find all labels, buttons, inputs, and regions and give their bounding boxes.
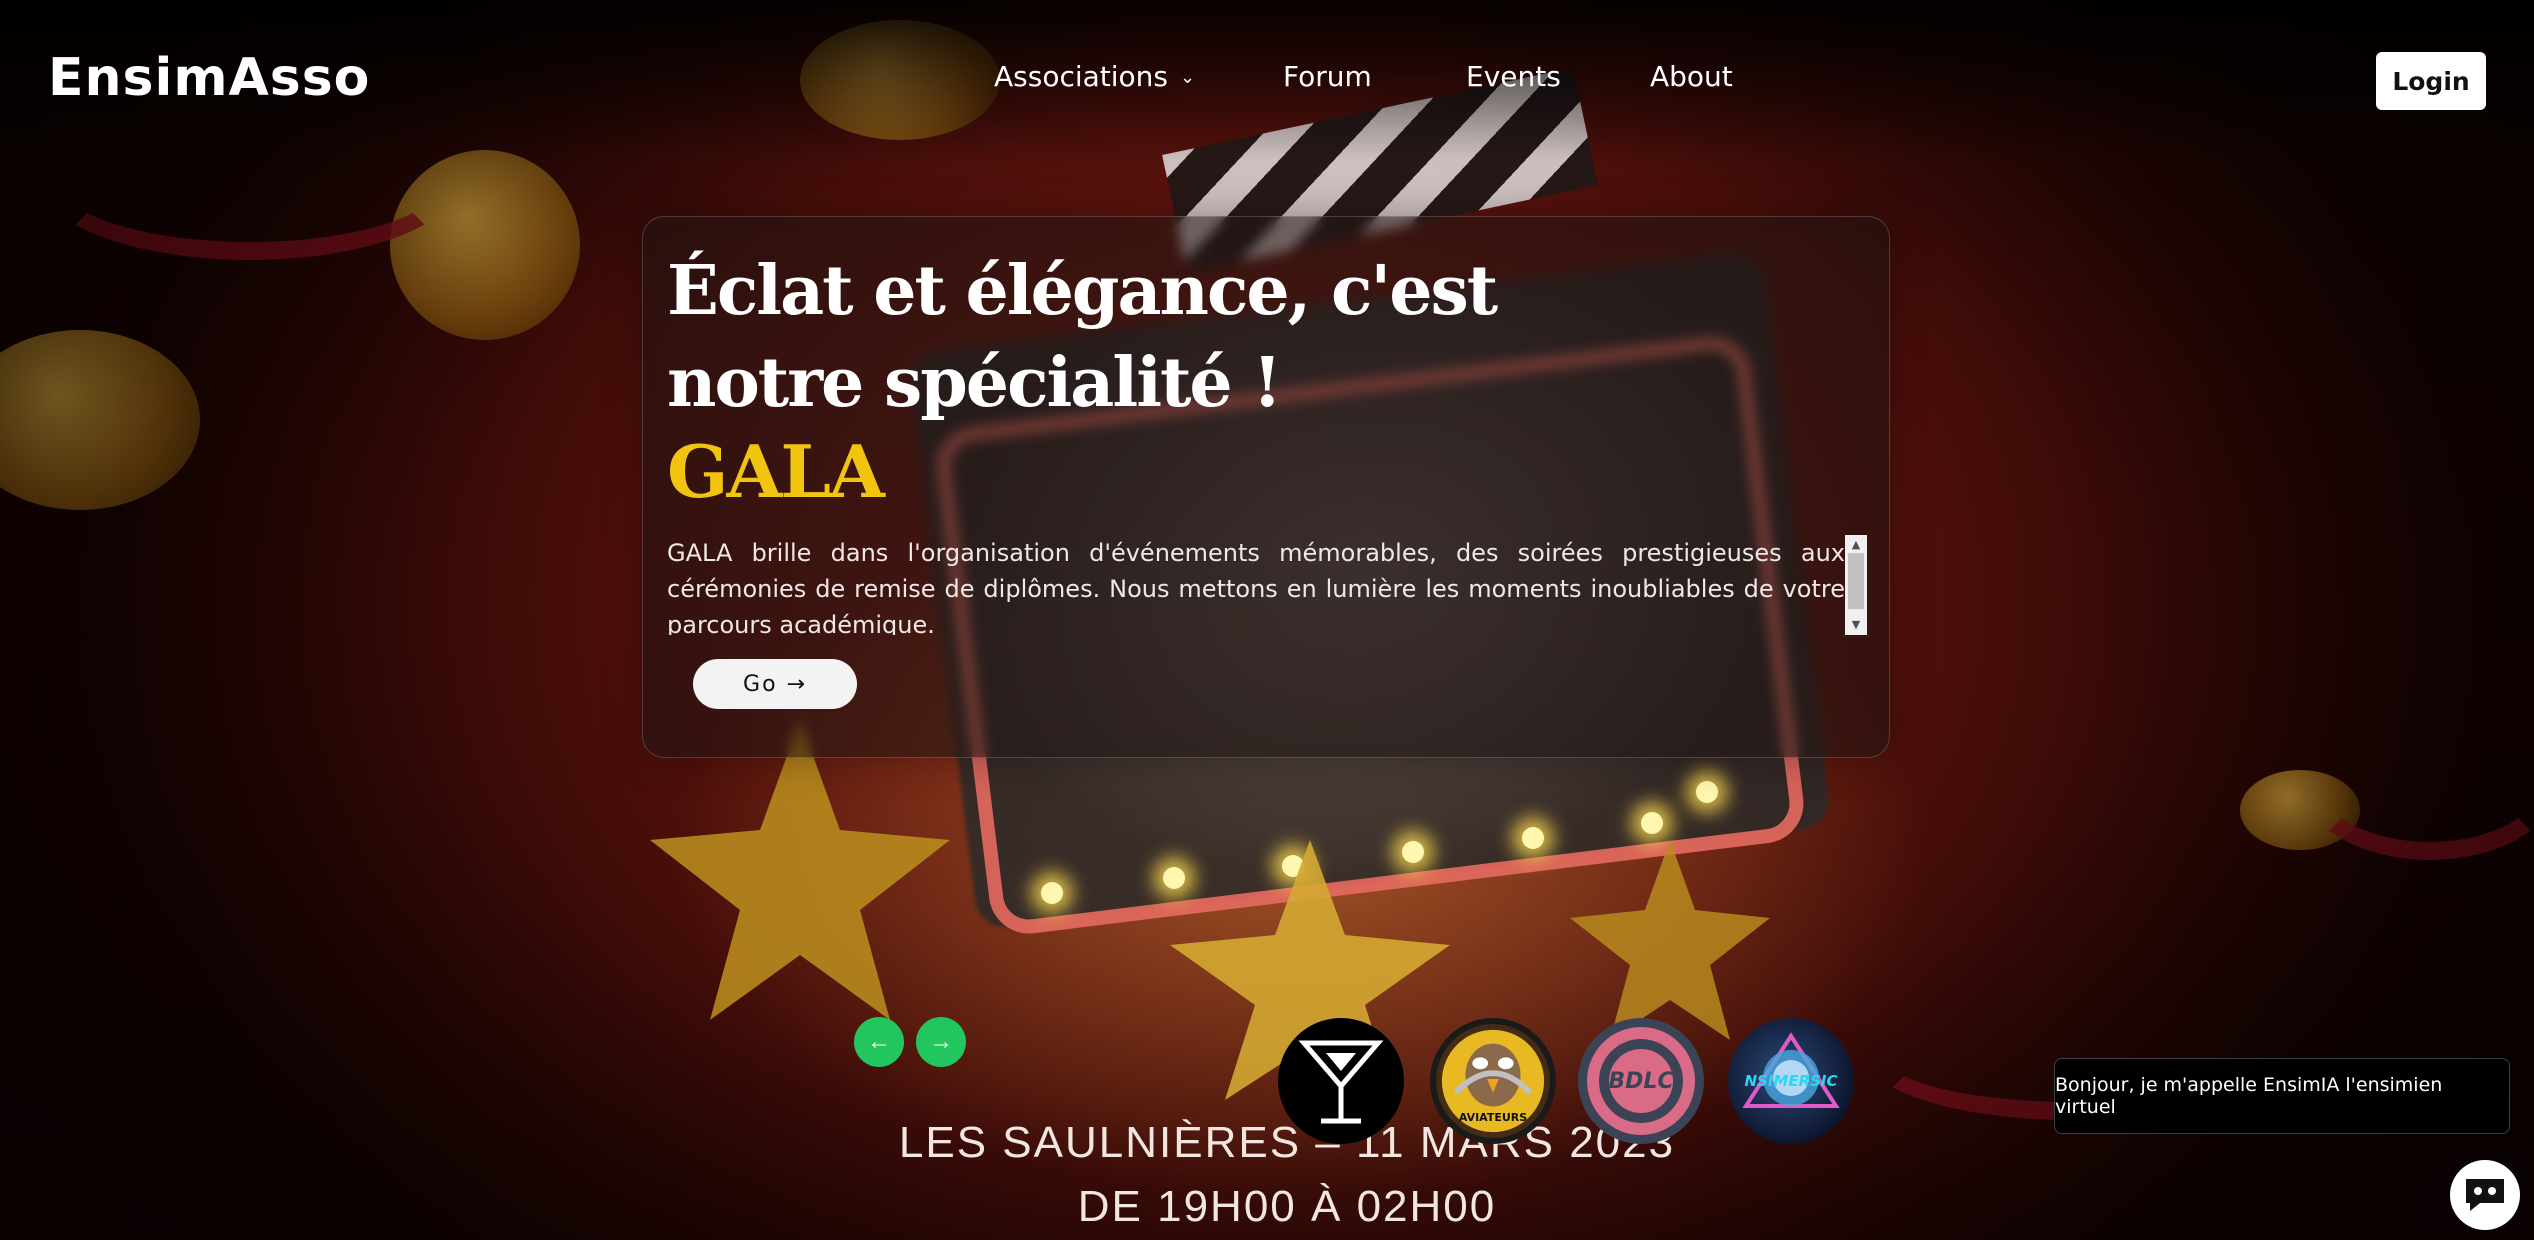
hero-card: Éclat et élégance, c'est notre spécialit… xyxy=(642,216,1890,758)
carousel-next-button[interactable]: → xyxy=(916,1017,966,1067)
hero-association-name: GALA xyxy=(667,429,885,514)
aviateurs-label: AVIATEURS xyxy=(1458,1111,1528,1124)
nav-associations-label: Associations xyxy=(994,60,1169,93)
chat-bot-icon xyxy=(2466,1179,2504,1211)
scroll-down-icon[interactable]: ▼ xyxy=(1845,617,1867,633)
nav-forum[interactable]: Forum xyxy=(1283,60,1372,93)
go-button[interactable]: Go → xyxy=(693,659,857,709)
hero-title: Éclat et élégance, c'est notre spécialit… xyxy=(667,251,1498,423)
navbar: EnsimAsso Associations ⌄ Forum Events Abo… xyxy=(0,0,2534,160)
ensimersic-label: NSIMERSIC xyxy=(1744,1072,1838,1090)
association-ensimersic[interactable]: NSIMERSIC xyxy=(1728,1018,1854,1144)
description-scrollbar[interactable]: ▲ ▼ xyxy=(1845,535,1867,635)
association-cocktail[interactable] xyxy=(1278,1018,1404,1144)
login-button[interactable]: Login xyxy=(2376,52,2486,110)
event-time-text: DE 19H00 À 02H00 xyxy=(1077,1182,1497,1231)
carousel-prev-button[interactable]: ← xyxy=(854,1017,904,1067)
chatbot-button[interactable] xyxy=(2450,1160,2520,1230)
nav-about[interactable]: About xyxy=(1650,60,1733,93)
scroll-up-icon[interactable]: ▲ xyxy=(1845,537,1867,553)
hero-description: GALA brille dans l'organisation d'événem… xyxy=(667,539,1845,635)
association-aviateurs[interactable]: AVIATEURS xyxy=(1430,1018,1556,1144)
chevron-down-icon: ⌄ xyxy=(1180,67,1196,88)
hero-description-scroll[interactable]: GALA brille dans l'organisation d'événem… xyxy=(667,535,1867,635)
nav-associations[interactable]: Associations ⌄ xyxy=(994,60,1195,93)
arrow-left-icon: ← xyxy=(867,1028,891,1055)
cocktail-glass-icon xyxy=(1298,1040,1384,1124)
association-bdlc[interactable]: BDLC xyxy=(1578,1018,1704,1144)
chatbot-greeting: Bonjour, je m'appelle EnsimIA l'ensimien… xyxy=(2054,1058,2510,1134)
bdlc-label: BDLC xyxy=(1608,1068,1674,1094)
site-logo[interactable]: EnsimAsso xyxy=(48,48,370,108)
arrow-right-icon: → xyxy=(929,1028,953,1055)
nav-events[interactable]: Events xyxy=(1466,60,1561,93)
scrollbar-thumb[interactable] xyxy=(1848,553,1864,609)
